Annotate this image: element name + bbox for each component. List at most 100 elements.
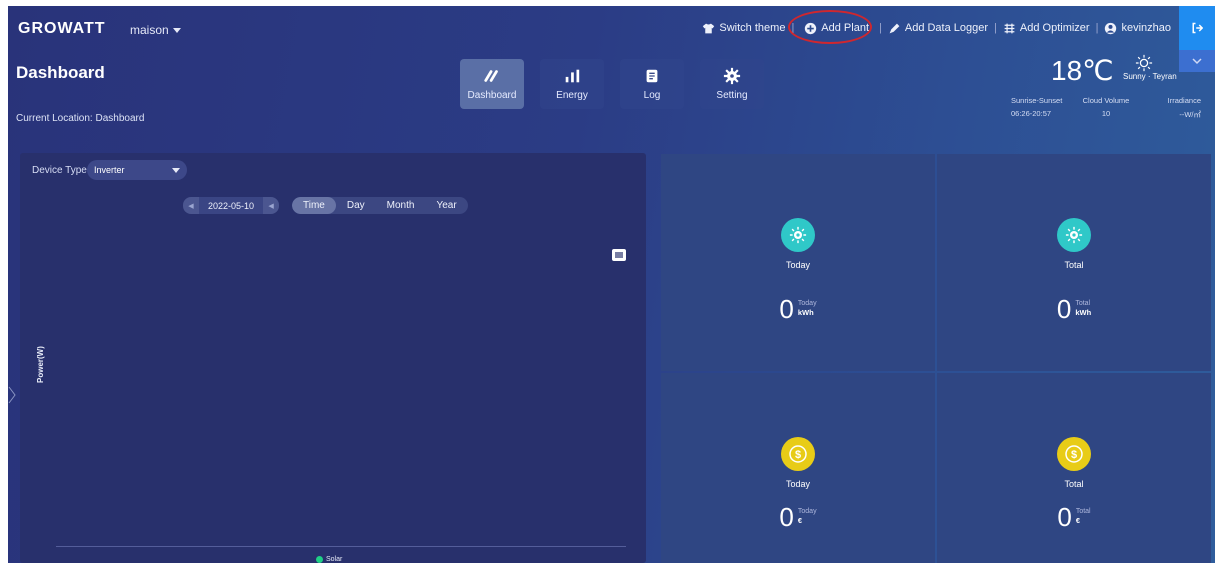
divider: |	[1095, 22, 1099, 34]
log-icon	[646, 69, 658, 83]
prev-date-button[interactable]: ◀	[183, 197, 199, 214]
app-window: GROWATT maison Switch theme | Add Plant …	[8, 6, 1215, 563]
sun-icon	[1135, 54, 1153, 72]
date-navigator: ◀ 2022-05-10 ◀	[183, 197, 280, 214]
user-menu[interactable]: kevinzhao	[1104, 22, 1171, 35]
stats-grid: Today 0 Today kWh Total 0 Total kWh $ Toda…	[661, 154, 1211, 563]
card-label: Total	[1064, 479, 1084, 489]
svg-text:$: $	[795, 449, 801, 461]
chevron-down-icon	[172, 28, 181, 34]
card-value-row: 0 Today €	[661, 502, 935, 532]
page-title: Dashboard	[16, 63, 105, 82]
card-value: 0	[779, 502, 794, 532]
solar-icon	[781, 218, 815, 252]
next-date-button[interactable]: ◀	[263, 197, 280, 214]
card-value-row: 0 Today kWh	[661, 294, 935, 324]
chart-legend[interactable]: Solar	[316, 556, 342, 563]
plant-selector[interactable]: maison	[130, 23, 181, 37]
x-axis-line	[56, 546, 626, 547]
solar-icon	[1057, 218, 1091, 252]
add-optimizer-label: Add Optimizer	[1019, 22, 1090, 34]
card-value: 0	[1057, 502, 1072, 532]
card-label: Today	[785, 260, 811, 270]
device-type-value: Inverter	[94, 165, 125, 175]
growatt-logo: GROWATT	[18, 20, 106, 37]
irradiance-label: Irradiance	[1167, 96, 1201, 105]
add-plant-button[interactable]: Add Plant	[788, 9, 873, 44]
period-switch: Time Day Month Year	[292, 197, 468, 214]
weather-condition: Sunny · Teyran	[1123, 72, 1177, 81]
weather-values: 06:26-20:57 10 --W/㎡	[1011, 109, 1201, 120]
pen-icon	[889, 23, 900, 33]
card-value: 0	[779, 294, 794, 324]
legend-label: Solar	[326, 556, 343, 563]
plant-name: maison	[130, 23, 169, 37]
weather-widget: 18℃ Sunny · Teyran Sunrise-Sunset Cloud …	[1011, 52, 1201, 122]
device-type-label: Device Type	[32, 165, 87, 176]
plus-circle-icon	[805, 22, 817, 34]
username: kevinzhao	[1121, 22, 1171, 34]
chart-menu-icon[interactable]	[612, 249, 626, 261]
tab-setting[interactable]: Setting	[700, 59, 764, 109]
device-type-select[interactable]: Inverter	[87, 160, 187, 180]
card-unit: kWh	[1075, 308, 1092, 317]
period-year[interactable]: Year	[425, 197, 467, 214]
switch-theme-label: Switch theme	[719, 22, 786, 34]
bar-chart-icon	[565, 69, 580, 83]
breadcrumb: Current Location: Dashboard	[16, 113, 145, 124]
card-unit: €	[1075, 516, 1080, 525]
legend-marker	[316, 556, 323, 563]
divider: |	[994, 22, 997, 34]
user-icon	[1105, 22, 1117, 34]
gear-icon	[723, 67, 741, 85]
sidebar-expand-icon[interactable]	[8, 384, 16, 406]
grid-icon	[1004, 23, 1015, 33]
main-nav: Dashboard Energy Log Setting	[460, 59, 764, 109]
logout-icon	[1192, 22, 1203, 34]
revenue-total-card: $ Total 0 Total €	[937, 373, 1211, 563]
date-picker[interactable]: 2022-05-10	[199, 197, 264, 214]
sunrise-sunset-value: 06:26-20:57	[1011, 109, 1052, 118]
temperature: 18℃	[1051, 55, 1114, 86]
gauge-icon	[484, 70, 498, 82]
period-month[interactable]: Month	[376, 197, 426, 214]
sunrise-sunset-label: Sunrise-Sunset	[1011, 96, 1063, 105]
card-value-row: 0 Total kWh	[937, 294, 1211, 324]
weather-labels: Sunrise-Sunset Cloud Volume Irradiance	[1011, 96, 1201, 105]
card-unit-top: Total	[1075, 508, 1091, 515]
dollar-coin-icon: $	[781, 437, 815, 471]
logout-button[interactable]	[1179, 6, 1215, 50]
card-unit: €	[797, 516, 803, 525]
card-label: Today	[785, 479, 811, 489]
card-value-row: 0 Total €	[937, 502, 1211, 532]
card-unit-top: Today	[797, 508, 817, 515]
chevron-down-icon	[172, 168, 180, 173]
tab-energy[interactable]: Energy	[540, 59, 604, 109]
card-value: 0	[1056, 294, 1072, 324]
top-actions: Switch theme | Add Plant | Add Data Logg…	[702, 9, 1171, 44]
tab-label: Log	[643, 90, 661, 101]
tab-dashboard[interactable]: Dashboard	[460, 59, 524, 109]
add-optimizer-button[interactable]: Add Optimizer	[1003, 22, 1090, 35]
add-data-logger-label: Add Data Logger	[904, 22, 989, 34]
tab-label: Energy	[556, 90, 588, 101]
divider: |	[879, 22, 882, 34]
card-unit-top: Total	[1075, 300, 1091, 307]
top-bar: GROWATT maison Switch theme | Add Plant …	[8, 6, 1215, 72]
switch-theme-button[interactable]: Switch theme	[702, 22, 785, 35]
tab-label: Setting	[716, 90, 748, 101]
divider: |	[791, 22, 795, 34]
add-data-logger-button[interactable]: Add Data Logger	[888, 22, 988, 35]
card-unit: kWh	[797, 308, 814, 317]
energy-today-card: Today 0 Today kWh	[661, 154, 935, 371]
tab-label: Dashboard	[467, 90, 517, 101]
dollar-coin-icon: $	[1057, 437, 1091, 471]
svg-text:$: $	[1071, 449, 1077, 461]
energy-total-card: Total 0 Total kWh	[937, 154, 1211, 371]
period-day[interactable]: Day	[336, 197, 376, 214]
period-time[interactable]: Time	[292, 197, 336, 214]
add-plant-label: Add Plant	[821, 22, 869, 34]
card-unit-top: Today	[797, 300, 817, 307]
irradiance-value: --W/㎡	[1179, 110, 1201, 119]
tab-log[interactable]: Log	[620, 59, 684, 109]
